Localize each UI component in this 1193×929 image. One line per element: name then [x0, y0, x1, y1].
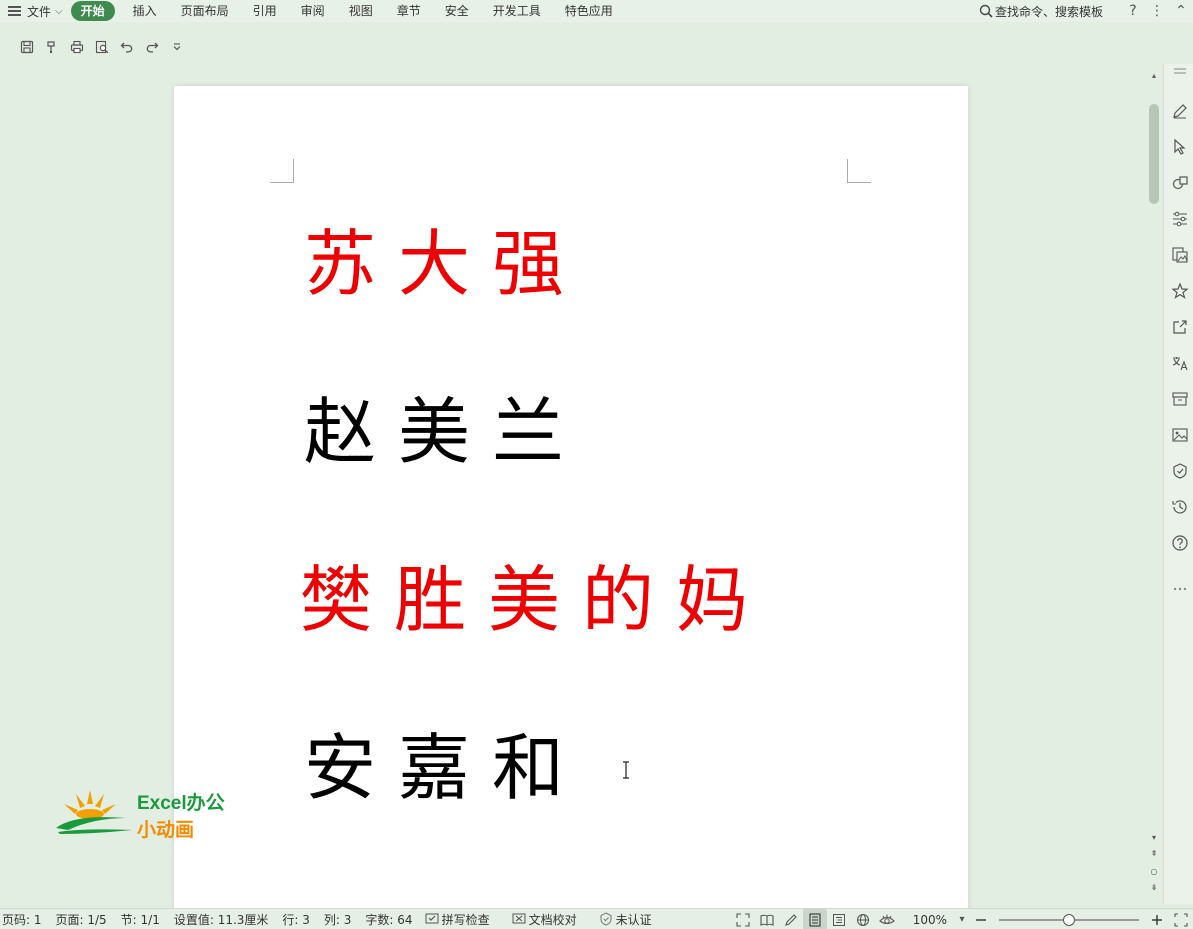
document-proofread-label: 文档校对	[528, 912, 577, 927]
status-setting-value[interactable]: 设置值: 11.3厘米	[174, 911, 269, 928]
sun-logo-icon	[56, 790, 132, 834]
status-page-number[interactable]: 页码: 1	[2, 911, 42, 928]
image-icon[interactable]	[1171, 426, 1189, 444]
tab-chapter[interactable]: 章节	[385, 1, 433, 21]
print-preview-icon[interactable]	[89, 38, 114, 56]
tab-page-layout[interactable]: 页面布局	[169, 1, 241, 21]
browse-object-icon[interactable]: ○	[1147, 866, 1161, 878]
document-line-1[interactable]: 苏大强	[304, 228, 586, 300]
eye-protection-icon[interactable]	[875, 909, 899, 929]
tab-home[interactable]: 开始	[70, 1, 115, 21]
status-column[interactable]: 列: 3	[324, 911, 352, 928]
picture-gallery-icon[interactable]	[1171, 246, 1189, 264]
ribbon-tabs: 开始 插入 页面布局 引用 审阅 视图 章节 安全 开发工具 特色应用	[70, 1, 625, 21]
reading-mode-icon[interactable]	[755, 909, 779, 929]
certification-label: 未认证	[615, 912, 652, 927]
document-page[interactable]: 苏大强 赵美兰 樊胜美的妈 安嘉和	[174, 86, 968, 916]
panel-handle-icon[interactable]	[1171, 66, 1189, 76]
fullscreen-icon[interactable]	[731, 909, 755, 929]
help-icon[interactable]: ?	[1121, 0, 1145, 22]
tab-insert[interactable]: 插入	[121, 1, 169, 21]
file-menu-label: 文件	[27, 4, 52, 19]
more-horizontal-icon[interactable]	[1171, 584, 1189, 594]
edit-pen-icon[interactable]	[1171, 102, 1189, 120]
status-right-group: 100% ▾	[731, 909, 1193, 929]
page-view-icon[interactable]	[802, 909, 827, 929]
zoom-slider[interactable]	[999, 913, 1139, 926]
more-vertical-icon[interactable]: ⋮	[1145, 0, 1169, 22]
command-search-label: 查找命令、搜索模板	[994, 4, 1103, 19]
archive-box-icon[interactable]	[1171, 390, 1189, 408]
document-line-4[interactable]: 安嘉和	[304, 732, 586, 804]
crop-mark-top-right	[847, 159, 871, 183]
web-view-icon[interactable]	[851, 909, 875, 929]
hamburger-icon	[8, 6, 21, 16]
spell-check-button[interactable]: 拼写检查	[425, 911, 490, 928]
translate-icon[interactable]	[1171, 354, 1189, 372]
excel-office-logo: Excel办公 小动画	[54, 788, 244, 841]
zoom-slider-knob[interactable]	[1063, 913, 1075, 926]
previous-page-icon[interactable]: ⇞	[1147, 848, 1161, 860]
proofread-icon	[512, 913, 526, 924]
certification-status[interactable]: 未认证	[599, 911, 652, 928]
customize-dropdown-icon[interactable]	[164, 38, 189, 56]
redo-icon[interactable]	[139, 38, 164, 56]
write-mode-icon[interactable]	[779, 909, 803, 929]
file-menu[interactable]: 文件 ⌵	[0, 0, 63, 22]
save-icon[interactable]	[14, 38, 39, 56]
status-bar: 页码: 1 页面: 1/5 节: 1/1 设置值: 11.3厘米 行: 3 列:…	[0, 908, 1193, 929]
text-cursor-icon	[623, 761, 629, 779]
status-section[interactable]: 节: 1/1	[121, 911, 160, 928]
menu-bar: 文件 ⌵ 开始 插入 页面布局 引用 审阅 视图 章节 安全 开发工具 特色应用…	[0, 0, 1193, 22]
tab-security[interactable]: 安全	[433, 1, 481, 21]
logo-text-line2: 小动画	[137, 820, 195, 841]
zoom-level[interactable]: 100%	[913, 913, 947, 927]
tab-developer[interactable]: 开发工具	[481, 1, 553, 21]
print-icon[interactable]	[64, 38, 89, 56]
help-circle-icon[interactable]	[1171, 534, 1189, 552]
quick-access-toolbar	[14, 38, 189, 56]
history-icon[interactable]	[1171, 498, 1189, 516]
shield-check-icon[interactable]	[1171, 462, 1189, 480]
scrollbar-thumb[interactable]	[1149, 104, 1159, 204]
chevron-down-icon: ⌵	[55, 5, 63, 17]
zoom-in-icon[interactable]	[1145, 909, 1169, 929]
menu-right-group: 查找命令、搜索模板 ? ⋮ ⌃	[979, 0, 1193, 22]
logo-text-line1: Excel办公	[137, 793, 225, 814]
tab-references[interactable]: 引用	[241, 1, 289, 21]
vertical-scrollbar[interactable]: ▴ ▾ ⇞ ○ ⇟	[1147, 70, 1161, 902]
tab-view[interactable]: 视图	[337, 1, 385, 21]
document-line-2[interactable]: 赵美兰	[304, 396, 586, 468]
zoom-out-icon[interactable]	[969, 909, 993, 929]
tab-special-apps[interactable]: 特色应用	[553, 1, 625, 21]
select-cursor-icon[interactable]	[1171, 138, 1189, 156]
zoom-dropdown-icon[interactable]: ▾	[955, 909, 969, 929]
shapes-icon[interactable]	[1171, 174, 1189, 192]
undo-icon[interactable]	[114, 38, 139, 56]
scroll-up-icon[interactable]: ▴	[1147, 70, 1161, 82]
document-line-3[interactable]: 樊胜美的妈	[300, 564, 770, 636]
status-row[interactable]: 行: 3	[282, 911, 310, 928]
crop-mark-top-left	[270, 159, 294, 183]
scroll-down-icon[interactable]: ▾	[1147, 832, 1161, 844]
command-search[interactable]: 查找命令、搜索模板	[979, 3, 1103, 20]
star-icon[interactable]	[1171, 282, 1189, 300]
tab-review[interactable]: 审阅	[289, 1, 337, 21]
chevron-up-icon[interactable]: ⌃	[1169, 0, 1193, 22]
spell-check-label: 拼写检查	[441, 912, 490, 927]
status-pages[interactable]: 页面: 1/5	[56, 911, 107, 928]
outline-view-icon[interactable]	[827, 909, 851, 929]
right-task-pane	[1163, 64, 1193, 904]
document-proofread-button[interactable]: 文档校对	[512, 911, 577, 928]
spell-check-icon	[425, 913, 439, 924]
search-icon	[979, 4, 993, 18]
format-painter-icon[interactable]	[39, 38, 64, 56]
next-page-icon[interactable]: ⇟	[1147, 882, 1161, 894]
shield-check-icon	[600, 912, 612, 926]
adjust-sliders-icon[interactable]	[1171, 210, 1189, 228]
fit-window-icon[interactable]	[1169, 909, 1193, 929]
status-word-count[interactable]: 字数: 64	[365, 911, 412, 928]
share-icon[interactable]	[1171, 318, 1189, 336]
